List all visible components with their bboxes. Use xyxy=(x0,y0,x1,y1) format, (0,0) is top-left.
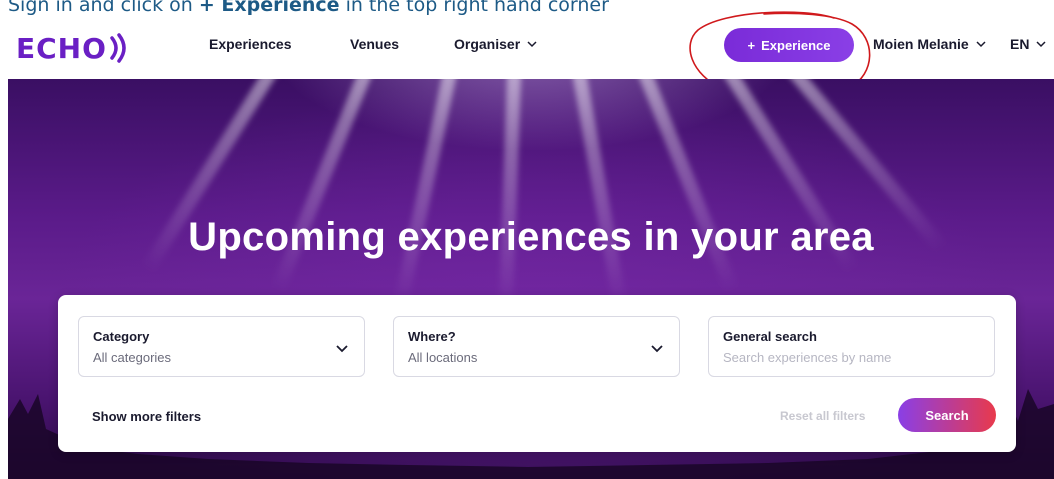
nav-experiences-label: Experiences xyxy=(209,36,292,52)
add-experience-button[interactable]: + Experience xyxy=(724,28,854,62)
user-name: Moien Melanie xyxy=(873,36,969,52)
category-value: All categories xyxy=(93,350,172,365)
light-beam xyxy=(394,79,462,305)
show-more-filters-link[interactable]: Show more filters xyxy=(92,409,201,424)
where-select[interactable]: Where? All locations xyxy=(393,316,680,377)
chevron-down-icon xyxy=(527,41,537,48)
instruction-text: Sign in and click on + Experience in the… xyxy=(8,0,1048,19)
hero-banner: Upcoming experiences in your area Catego… xyxy=(8,79,1054,479)
chevron-down-icon xyxy=(336,345,348,353)
reset-filters-link[interactable]: Reset all filters xyxy=(780,409,865,423)
instruction-bold: + Experience xyxy=(198,0,340,16)
nav-organiser-menu[interactable]: Organiser xyxy=(454,36,538,52)
instruction-before: Sign in and click on xyxy=(8,0,199,16)
category-label: Category xyxy=(93,329,150,344)
nav-venues-label: Venues xyxy=(350,36,400,52)
general-search-input[interactable]: Search experiences by name xyxy=(723,350,980,365)
language-menu[interactable]: EN xyxy=(1010,36,1047,52)
general-search-field[interactable]: General search Search experiences by nam… xyxy=(708,316,995,377)
add-experience-label: Experience xyxy=(761,37,831,53)
nav-organiser-label: Organiser xyxy=(454,36,521,52)
search-button[interactable]: Search xyxy=(898,398,996,432)
nav-experiences-link[interactable]: Experiences xyxy=(209,36,292,52)
user-menu[interactable]: Moien Melanie xyxy=(873,36,987,52)
language-label: EN xyxy=(1010,36,1030,52)
category-select[interactable]: Category All categories xyxy=(78,316,365,377)
chevron-down-icon xyxy=(651,345,663,353)
filter-card: Category All categories Where? All locat… xyxy=(58,295,1016,452)
logo-text: ECHO xyxy=(16,31,107,65)
instruction-after: in the top right hand corner xyxy=(339,0,609,16)
light-beam xyxy=(568,79,628,307)
light-beam xyxy=(498,79,522,310)
light-beam xyxy=(271,79,382,293)
navbar: ECHO Experiences Venues Organiser + Expe… xyxy=(0,20,1054,78)
chevron-down-icon xyxy=(1036,41,1046,48)
hero-title: Upcoming experiences in your area xyxy=(188,215,874,259)
general-search-label: General search xyxy=(723,329,817,344)
plus-icon: + xyxy=(747,37,756,53)
sound-waves-icon xyxy=(110,33,126,63)
chevron-down-icon xyxy=(976,41,986,48)
light-beam xyxy=(628,79,739,293)
where-label: Where? xyxy=(408,329,456,344)
where-value: All locations xyxy=(408,350,478,365)
nav-venues-link[interactable]: Venues xyxy=(350,36,399,52)
echo-logo[interactable]: ECHO xyxy=(16,28,130,68)
